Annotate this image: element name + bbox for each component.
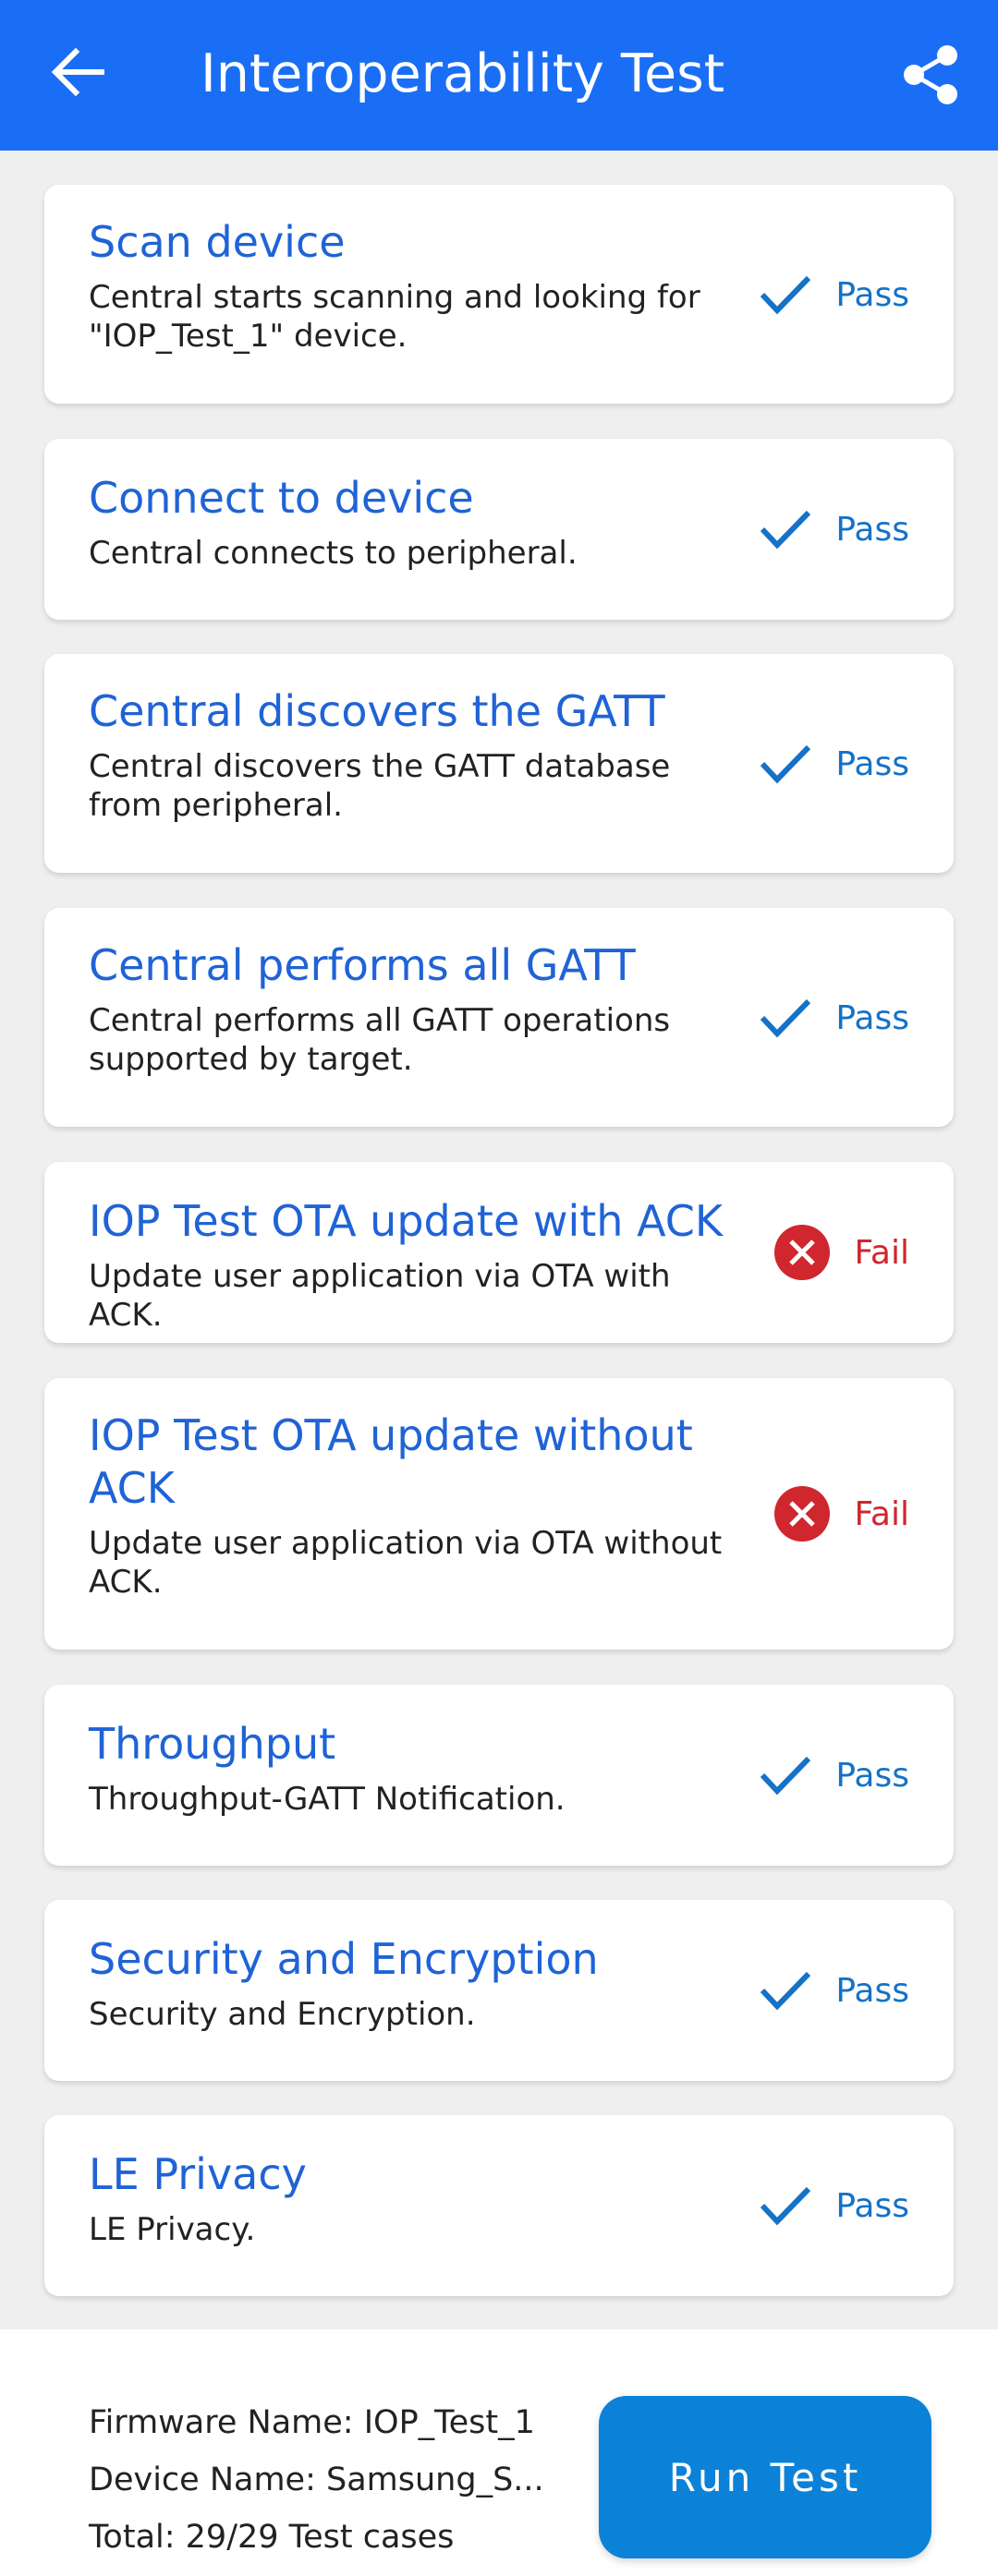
status-label: Pass [835, 998, 909, 1037]
check-icon [761, 1971, 811, 2011]
arrow-left-icon[interactable] [48, 42, 107, 102]
check-icon [761, 275, 811, 315]
test-title: Throughput [89, 1719, 336, 1769]
footer-panel: Firmware Name: IOP_Test_1 Device Name: S… [0, 2329, 998, 2576]
status-label: Pass [835, 1971, 909, 2010]
error-icon [773, 1225, 830, 1280]
check-icon [761, 510, 811, 550]
app-bar: Interoperability Test [0, 0, 998, 151]
test-card-security[interactable]: Security and Encryption Security and Enc… [44, 1900, 954, 2081]
status-label: Fail [854, 1494, 909, 1533]
test-description: Throughput-GATT Notification. [89, 1781, 566, 1818]
check-icon [761, 1756, 811, 1796]
run-test-button[interactable]: Run Test [599, 2396, 931, 2558]
test-description: Update user application via OTA with ACK… [89, 1258, 671, 1334]
share-icon[interactable] [902, 44, 959, 105]
test-description: Security and Encryption. [89, 1996, 476, 2033]
check-icon [761, 998, 811, 1038]
test-title: IOP Test OTA update without ACK [89, 1410, 693, 1513]
status-badge: Fail [773, 1482, 909, 1546]
test-card-ota-with-ack[interactable]: IOP Test OTA update with ACK Update user… [44, 1162, 954, 1343]
check-icon [761, 744, 811, 784]
status-label: Pass [835, 1756, 909, 1795]
status-label: Pass [835, 744, 909, 783]
status-badge: Pass [760, 497, 909, 562]
status-badge: Pass [760, 2173, 909, 2238]
test-card-connect-device[interactable]: Connect to device Central connects to pe… [44, 439, 954, 620]
status-label: Pass [835, 510, 909, 549]
test-title: Central discovers the GATT [89, 686, 665, 736]
test-title: Scan device [89, 217, 346, 267]
test-title: IOP Test OTA update with ACK [89, 1196, 724, 1246]
status-label: Pass [835, 275, 909, 314]
status-badge: Pass [760, 732, 909, 796]
test-card-scan-device[interactable]: Scan device Central starts scanning and … [44, 185, 954, 404]
status-label: Pass [835, 2186, 909, 2225]
status-badge: Pass [760, 986, 909, 1050]
test-description: Central performs all GATT operations sup… [89, 1002, 671, 1078]
test-title: Connect to device [89, 473, 474, 523]
test-card-discover-gatt[interactable]: Central discovers the GATT Central disco… [44, 654, 954, 873]
test-title: Security and Encryption [89, 1934, 599, 1984]
device-name: Device Name: Samsung_S... [89, 2461, 544, 2498]
status-badge: Fail [773, 1220, 909, 1285]
test-description: LE Privacy. [89, 2211, 256, 2248]
firmware-name: Firmware Name: IOP_Test_1 [89, 2404, 535, 2441]
test-card-le-privacy[interactable]: LE Privacy LE Privacy. Pass [44, 2115, 954, 2296]
status-label: Fail [854, 1233, 909, 1272]
test-description: Central connects to peripheral. [89, 535, 578, 572]
status-badge: Pass [760, 1958, 909, 2023]
test-title: Central performs all GATT [89, 940, 636, 990]
test-total: Total: 29/29 Test cases [89, 2519, 455, 2556]
check-icon [761, 2186, 811, 2226]
test-title: LE Privacy [89, 2149, 307, 2199]
test-card-ota-without-ack[interactable]: IOP Test OTA update without ACK Update u… [44, 1378, 954, 1650]
status-badge: Pass [760, 1743, 909, 1808]
test-description: Central starts scanning and looking for … [89, 279, 700, 355]
test-card-gatt-operations[interactable]: Central performs all GATT Central perfor… [44, 908, 954, 1127]
status-badge: Pass [760, 262, 909, 327]
test-description: Update user application via OTA without … [89, 1525, 723, 1601]
error-icon [773, 1486, 830, 1542]
page-title: Interoperability Test [201, 43, 725, 104]
test-card-throughput[interactable]: Throughput Throughput-GATT Notification.… [44, 1685, 954, 1866]
firmware-info: Firmware Name: IOP_Test_1 Device Name: S… [89, 2394, 544, 2566]
test-description: Central discovers the GATT database from… [89, 748, 671, 824]
